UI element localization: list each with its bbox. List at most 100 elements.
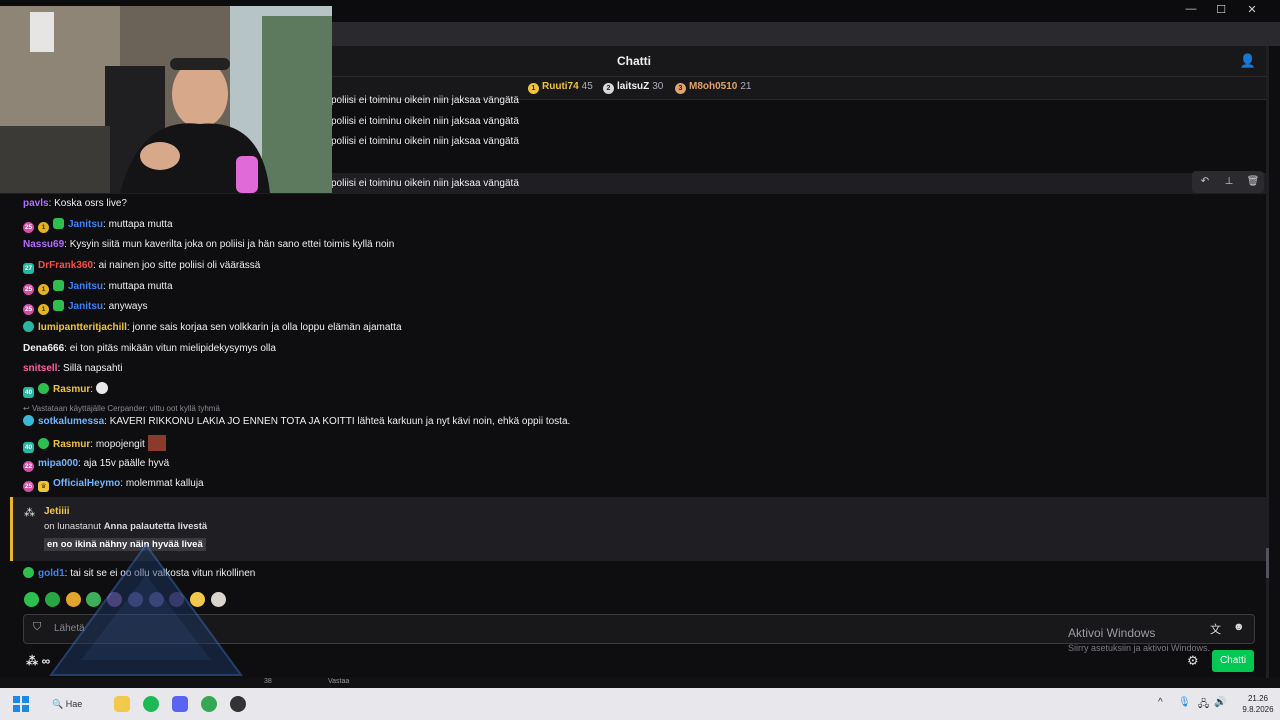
windows-activation-title: Aktivoi Windows	[1068, 626, 1156, 640]
chat-message: Dena666: ei ton pitäs mikään vitun mieli…	[23, 343, 276, 354]
users-settings-icon[interactable]: 👤	[1240, 53, 1256, 69]
leaderboard-entry[interactable]: 2 laitsuZ 30	[603, 81, 663, 94]
frog-emote-icon[interactable]	[24, 592, 39, 607]
chat-message: 25 ♛ OfficialHeymo: molemmat kalluja	[23, 478, 204, 492]
background-strip	[0, 678, 1280, 688]
redemption-prefix: on lunastanut	[44, 521, 102, 532]
chat-message-text: anyways	[108, 301, 148, 312]
leaderboard-score: 21	[740, 81, 752, 92]
chrome-icon[interactable]	[201, 696, 217, 712]
minimize-button[interactable]: —	[1176, 3, 1206, 19]
redemption-user[interactable]: Jetiiii	[44, 506, 70, 517]
taskbar-time: 21.26	[1247, 694, 1269, 703]
chat-message: lumipantteritjachill: jonne sais korjaa …	[23, 320, 402, 336]
close-button[interactable]: ✕	[1237, 3, 1267, 19]
taskbar-search[interactable]: 🔍 Hae	[52, 693, 110, 715]
emoji-icon[interactable]: ☻	[1233, 621, 1245, 633]
chat-username[interactable]: sotkalumessa	[38, 416, 104, 427]
reply-hint-text: Vastataan käyttäjälle Cerpander: vittu o…	[31, 404, 220, 413]
chat-username[interactable]: mipa000	[38, 458, 78, 469]
taskbar-clock[interactable]: 21.26 9.8.2026	[1236, 693, 1280, 715]
tray-chevron-icon[interactable]: ^	[1158, 697, 1163, 708]
crown-badge-icon: ♛	[38, 481, 49, 492]
chat-message-text: mopojengit	[95, 439, 145, 450]
chat-scrollbar-thumb[interactable]	[1266, 548, 1269, 578]
chat-message: 40 Rasmur: mopojengit	[23, 435, 166, 453]
sword-badge-icon	[23, 415, 34, 426]
under-count: 38	[264, 678, 272, 685]
chat-username[interactable]: Nassu69	[23, 239, 64, 250]
gift-badge-icon	[38, 438, 49, 449]
taskbar-date: 9.8.2026	[1242, 705, 1274, 714]
chat-message-text: muttapa mutta	[108, 219, 173, 230]
chat-username[interactable]: Janitsu	[68, 219, 103, 230]
windows-start-icon[interactable]	[13, 696, 29, 712]
file-explorer-icon[interactable]	[114, 696, 130, 712]
gift-box-badge-icon	[53, 218, 64, 229]
chat-message-text: poliisi ei toiminu oikein niin jaksaa vä…	[331, 178, 519, 189]
chat-message: Nassu69: Kysyin siitä mun kaverilta joka…	[23, 239, 395, 250]
chat-message-text: poliisi ei toiminu oikein niin jaksaa vä…	[331, 95, 519, 106]
microphone-icon[interactable]: 🎙	[1178, 697, 1191, 708]
pin-icon[interactable]: ⊥	[1222, 175, 1236, 189]
volume-icon[interactable]: 🔊	[1214, 697, 1226, 708]
gift-badge-icon: 1	[38, 284, 49, 295]
chat-username[interactable]: Dena666	[23, 343, 64, 354]
sub-badge-icon: 27	[23, 263, 34, 274]
chat-message: sotkalumessa: KAVERI RIKKONU LAKIA JO EN…	[23, 414, 570, 430]
leaderboard-entry[interactable]: 3 M8oh0510 21	[675, 81, 751, 94]
chat-username[interactable]: Janitsu	[68, 281, 103, 292]
chat-message: 25 1 Janitsu: muttapa mutta	[23, 280, 173, 295]
chat-send-button[interactable]: Chatti	[1212, 650, 1254, 672]
bronze-medal-icon: 3	[675, 83, 686, 94]
chat-username[interactable]: Janitsu	[68, 301, 103, 312]
chat-username[interactable]: lumipantteritjachill	[38, 322, 127, 333]
delete-icon[interactable]: 🗑	[1246, 175, 1260, 189]
chat-message: 25 1 Janitsu: muttapa mutta	[23, 218, 173, 233]
redemption-text: on lunastanut Anna palautetta livestä	[44, 521, 207, 532]
sub-badge-icon: 25	[23, 481, 34, 492]
chat-message-text: ai nainen joo sitte poliisi oli väärässä	[98, 260, 261, 271]
goose-emote-icon	[95, 382, 108, 394]
taskbar-search-label: Hae	[65, 699, 83, 709]
windows-activation-subtitle: Siirry asetuksiin ja aktivoi Windows.	[1068, 643, 1211, 653]
settings-gear-icon[interactable]: ⚙	[1187, 653, 1199, 669]
gift-badge-icon: 1	[38, 222, 49, 233]
chat-username[interactable]: OfficialHeymo	[53, 478, 120, 489]
sub-badge-icon: 22	[23, 461, 34, 472]
sub-badge-icon: 25	[23, 284, 34, 295]
discord-icon[interactable]	[172, 696, 188, 712]
leaderboard-entry[interactable]: 1 Ruuti74 45	[528, 81, 593, 94]
sub-badge-icon: 40	[23, 442, 34, 453]
chat-scrollbar[interactable]	[1266, 46, 1269, 686]
spotify-icon[interactable]	[143, 696, 159, 712]
message-actions: ↶ ⊥ 🗑	[1192, 171, 1264, 193]
webcam-image	[0, 6, 332, 193]
gift-badge-icon: 1	[38, 304, 49, 315]
translate-icon[interactable]: 文	[1210, 621, 1221, 637]
chat-message: 40 Rasmur:	[23, 382, 108, 398]
chat-message-text: jonne sais korjaa sen volkkarin ja olla …	[132, 322, 402, 333]
redemption-reward: Anna palautetta livestä	[103, 521, 208, 532]
chat-message: 22 mipa000: aja 15v päälle hyvä	[23, 458, 170, 472]
network-icon[interactable]: 🖧	[1198, 697, 1209, 714]
chat-message: 25 1 Janitsu: anyways	[23, 300, 148, 315]
channel-points-icon: ⁂	[24, 507, 35, 519]
obs-icon[interactable]	[230, 696, 246, 712]
reply-hint[interactable]: ↩ Vastataan käyttäjälle Cerpander: vittu…	[23, 404, 220, 413]
silver-medal-icon: 2	[603, 83, 614, 94]
chat-message-text: muttapa mutta	[108, 281, 173, 292]
chat-message: 27 DrFrank360: ai nainen joo sitte poliis…	[23, 260, 261, 274]
chat-message-text: Koska osrs live?	[54, 198, 127, 209]
maximize-button[interactable]: ☐	[1206, 3, 1236, 19]
under-reply: Vastaa	[328, 678, 350, 685]
chat-username[interactable]: snitsell	[23, 363, 57, 374]
chat-username[interactable]: pavls	[23, 198, 49, 209]
chat-message-text: aja 15v päälle hyvä	[83, 458, 170, 469]
chat-username[interactable]: DrFrank360	[38, 260, 93, 271]
reply-icon[interactable]: ↶	[1198, 175, 1212, 189]
gold-medal-icon: 1	[528, 83, 539, 94]
webcam-overlay	[0, 6, 332, 193]
chat-username[interactable]: Rasmur	[53, 384, 90, 395]
chat-username[interactable]: Rasmur	[53, 439, 90, 450]
